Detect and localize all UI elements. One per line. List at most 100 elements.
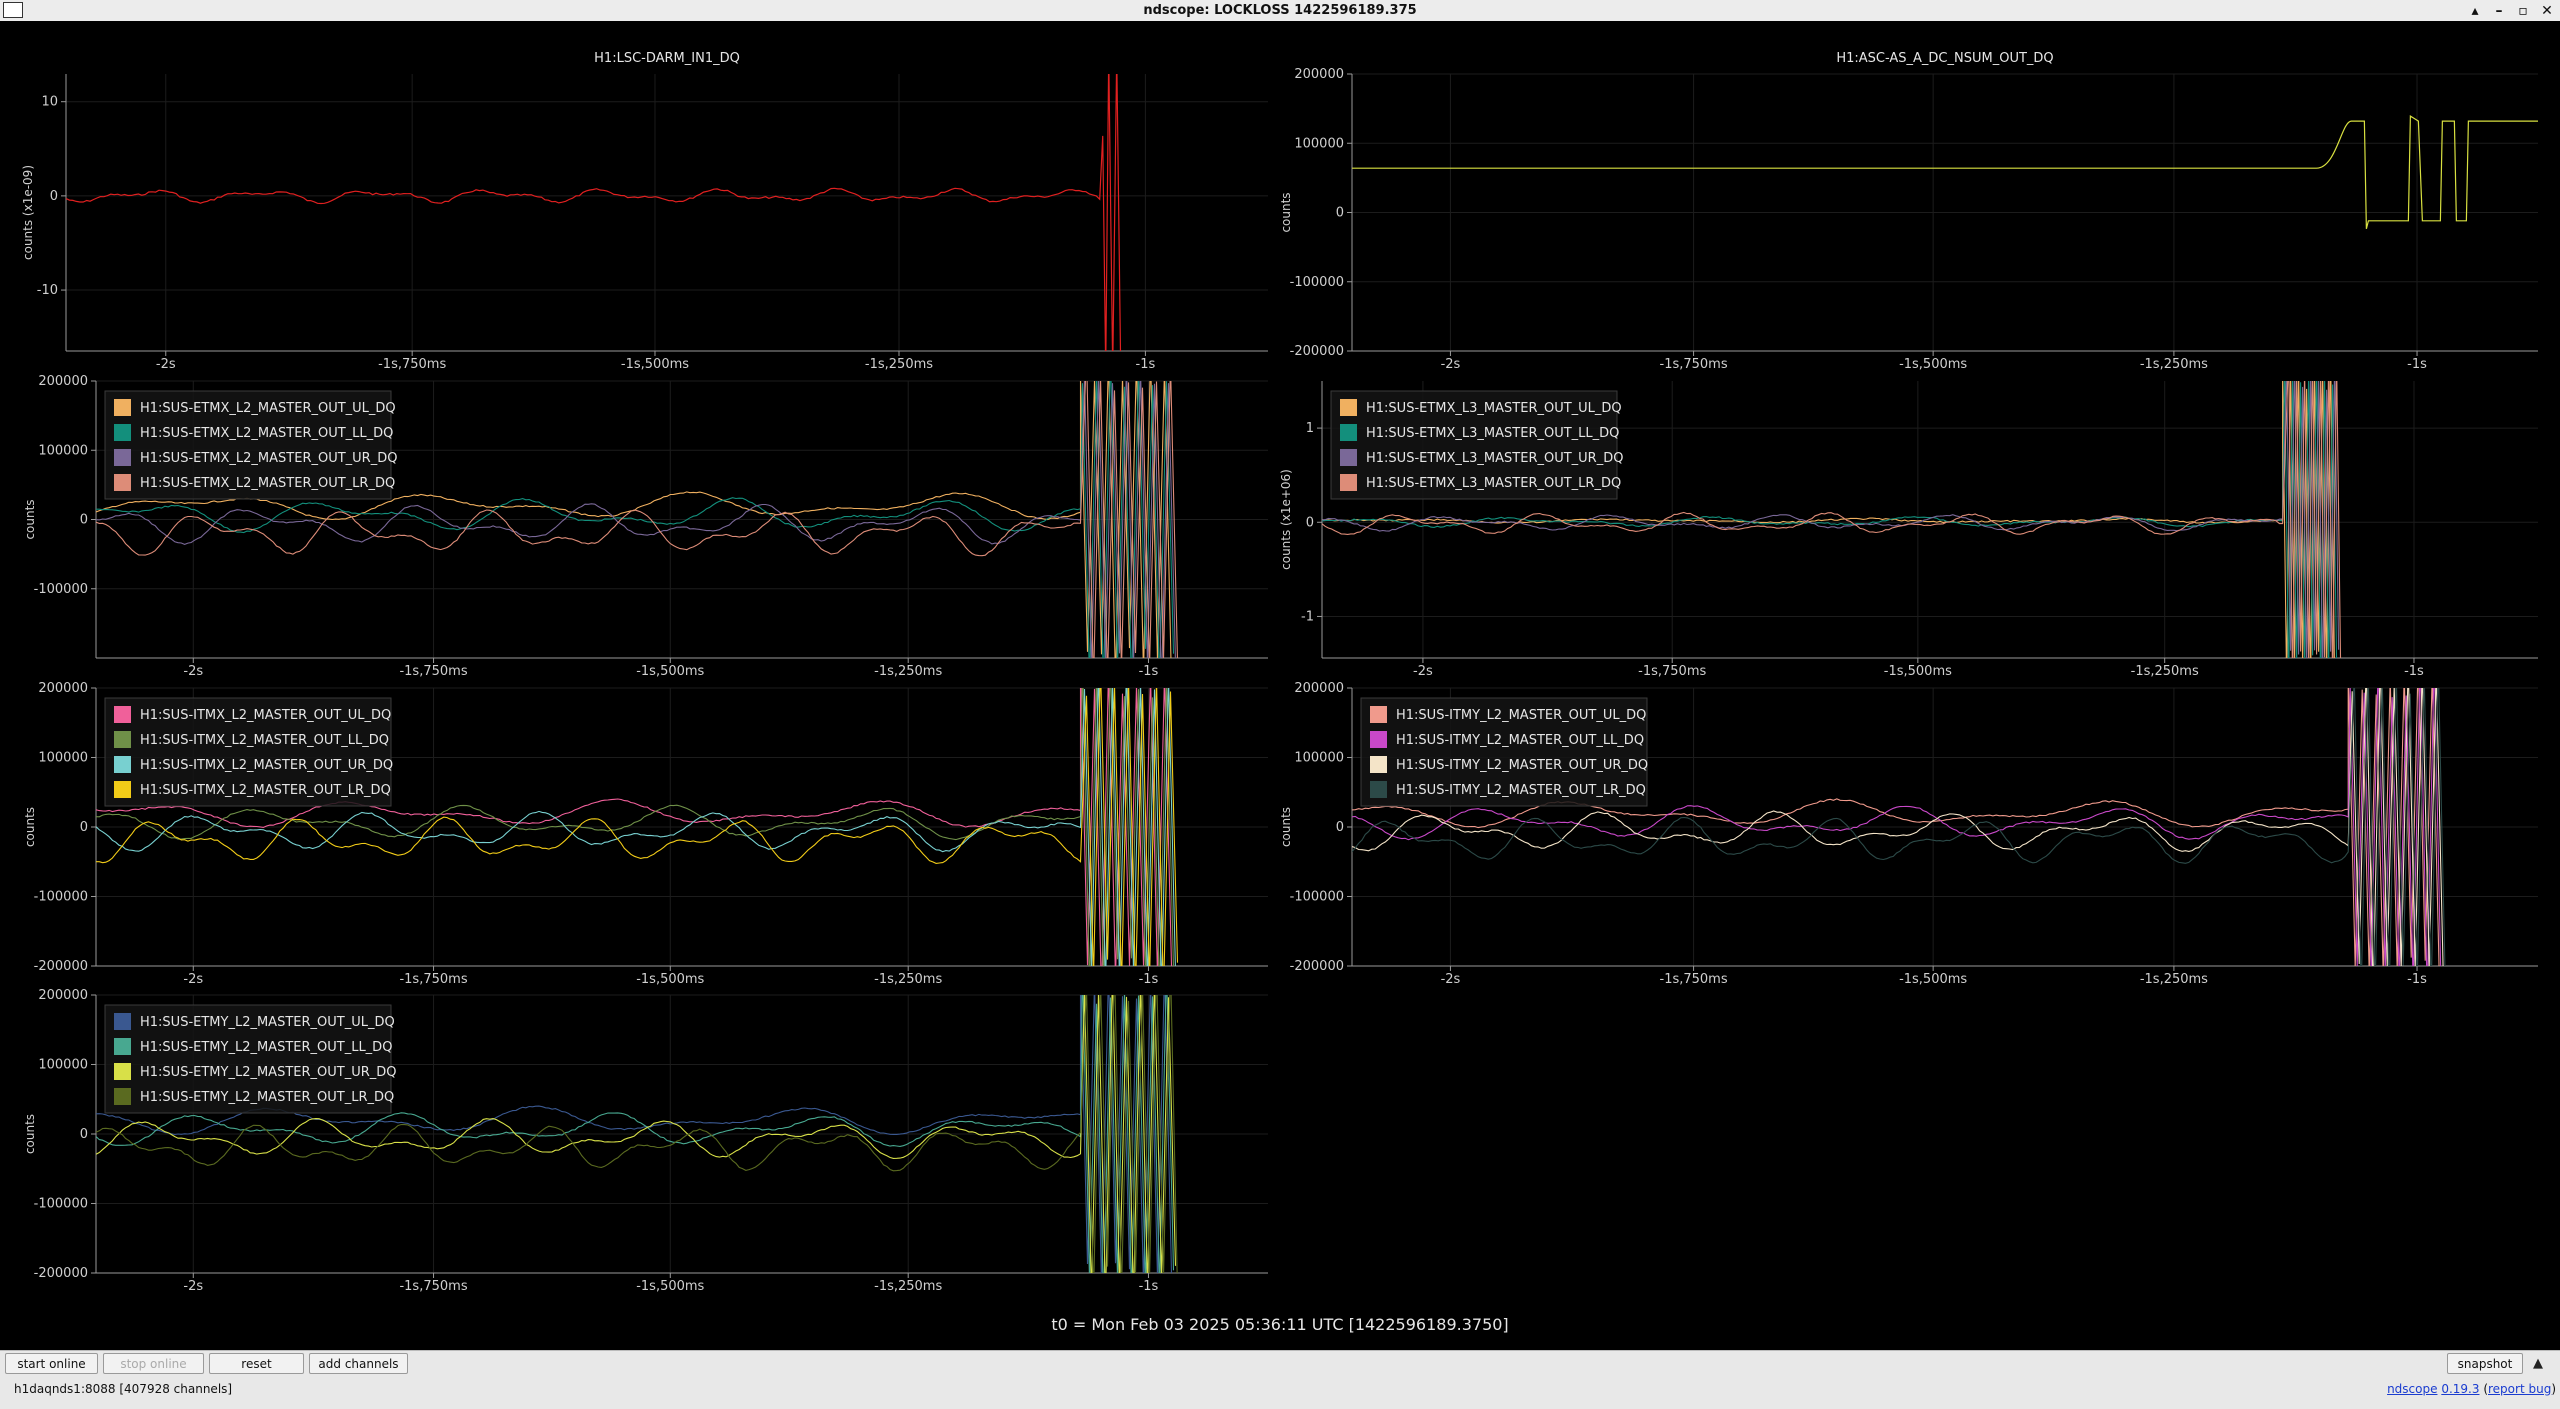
x-tick-label: -1s,750ms [1660, 357, 1728, 372]
paren-close: ) [2551, 1382, 2556, 1396]
y-tick-label: 0 [1306, 515, 1314, 530]
x-tick-label: -1s,500ms [636, 1279, 704, 1294]
legend: H1:SUS-ITMY_L2_MASTER_OUT_UL_DQ H1:SUS-IT… [1360, 697, 1648, 807]
plot-5: -2s -1s,750ms -1s,500ms -1s,250ms -1s 200000 1… [23, 681, 1268, 987]
legend-swatch [114, 706, 131, 723]
trace-nsum [1352, 115, 2538, 229]
y-axis-label: counts [23, 807, 37, 847]
x-tick-label: -1s,250ms [2131, 664, 2199, 679]
legend-swatch [114, 756, 131, 773]
legend-label: H1:SUS-ITMY_L2_MASTER_OUT_UL_DQ [1396, 708, 1646, 723]
y-tick-label: 0 [80, 513, 88, 528]
start-online-button[interactable]: start online [5, 1353, 98, 1374]
legend-label: H1:SUS-ETMX_L2_MASTER_OUT_UR_DQ [140, 451, 397, 466]
legend-swatch [1370, 781, 1387, 798]
x-tick-label: -1s,250ms [865, 357, 933, 372]
legend-label: H1:SUS-ITMX_L2_MASTER_OUT_LR_DQ [140, 783, 391, 798]
maximize-icon[interactable]: ▫ [2516, 3, 2530, 19]
x-tick-label: -1s,750ms [1638, 664, 1706, 679]
legend-swatch [114, 1038, 131, 1055]
y-axis-label: counts [23, 499, 37, 539]
ndscope-link[interactable]: ndscope [2387, 1382, 2437, 1396]
x-tick-label: -2s [1441, 972, 1461, 987]
x-tick-label: -2s [1441, 357, 1461, 372]
plot-1: H1:LSC-DARM_IN1_DQ -2s -1s,750ms -1s,500ms -… [21, 51, 1268, 372]
x-tick-label: -1s,500ms [1899, 972, 1967, 987]
y-tick-label: 100000 [38, 751, 88, 766]
legend-label: H1:SUS-ITMX_L2_MASTER_OUT_UL_DQ [140, 708, 391, 723]
y-axis-label: counts (x1e+06) [1279, 469, 1293, 570]
x-tick-label: -1s,250ms [874, 1279, 942, 1294]
channel-count: [407928 channels] [119, 1382, 233, 1396]
control-bar: start online stop online reset add chann… [0, 1350, 2560, 1375]
y-tick-label: -100000 [34, 1197, 88, 1212]
server-address: h1daqnds1:8088 [14, 1382, 116, 1396]
close-icon[interactable]: ✕ [2540, 3, 2554, 19]
y-tick-label: -100000 [34, 890, 88, 905]
add-channels-button[interactable]: add channels [309, 1353, 408, 1374]
y-tick-label: 0 [1336, 206, 1344, 221]
y-tick-label: 100000 [38, 443, 88, 458]
legend-swatch [1340, 449, 1357, 466]
traces [1352, 115, 2538, 229]
x-tick-label: -1s,250ms [2140, 972, 2208, 987]
plot-4: -2s -1s,750ms -1s,500ms -1s,250ms -1s 1 0 -1 cou… [1279, 381, 2538, 679]
legend-swatch [1340, 399, 1357, 416]
y-tick-label: -100000 [1290, 890, 1344, 905]
legend-swatch [114, 731, 131, 748]
y-tick-label: -200000 [34, 959, 88, 974]
window-titlebar: ndscope: LOCKLOSS 1422596189.375 ▴ – ▫ ✕ [0, 0, 2560, 21]
y-tick-label: 0 [50, 189, 58, 204]
stop-online-button[interactable]: stop online [103, 1353, 204, 1374]
y-tick-label: 1 [1306, 421, 1314, 436]
legend-label: H1:SUS-ITMY_L2_MASTER_OUT_UR_DQ [1396, 758, 1648, 773]
version-info: ndscope 0.19.3 (report bug) [2387, 1382, 2556, 1396]
x-tick-label: -1s,500ms [636, 972, 704, 987]
minimize-icon[interactable]: – [2492, 3, 2506, 19]
legend-label: H1:SUS-ETMX_L3_MASTER_OUT_LL_DQ [1366, 426, 1619, 441]
legend-swatch [114, 449, 131, 466]
legend-swatch [114, 474, 131, 491]
y-axis-label: counts (x1e-09) [21, 165, 35, 260]
legend-swatch [1370, 756, 1387, 773]
reset-button[interactable]: reset [209, 1353, 304, 1374]
plot-2: H1:ASC-AS_A_DC_NSUM_OUT_DQ -2s -1s,750ms -1… [1279, 51, 2538, 372]
y-tick-label: 0 [1336, 820, 1344, 835]
legend-label: H1:SUS-ETMX_L2_MASTER_OUT_LL_DQ [140, 426, 393, 441]
y-tick-label: -10 [37, 283, 58, 298]
y-tick-label: 100000 [38, 1058, 88, 1073]
legend-label: H1:SUS-ETMX_L3_MASTER_OUT_UL_DQ [1366, 401, 1622, 416]
x-tick-label: -1s [1139, 972, 1159, 987]
plot-6: -2s -1s,750ms -1s,500ms -1s,250ms -1s 200000 1… [1279, 681, 2538, 987]
legend-swatch [1370, 731, 1387, 748]
legend-swatch [114, 424, 131, 441]
y-tick-label: 200000 [1294, 67, 1344, 82]
legend-swatch [114, 399, 131, 416]
x-tick-label: -1s,750ms [378, 357, 446, 372]
y-tick-label: -200000 [34, 1266, 88, 1281]
report-bug-link[interactable]: report bug [2488, 1382, 2551, 1396]
x-tick-label: -1s,250ms [874, 664, 942, 679]
plots-canvas[interactable]: H1:LSC-DARM_IN1_DQ-2s -1s,750ms -1s,500ms -… [0, 22, 2560, 1350]
x-tick-label: -1s,750ms [399, 664, 467, 679]
x-tick-label: -1s [1136, 357, 1156, 372]
window-title: ndscope: LOCKLOSS 1422596189.375 [1143, 3, 1417, 18]
status-bar: h1daqnds1:8088 [407928 channels] ndscope… [0, 1375, 2560, 1409]
snapshot-button[interactable]: snapshot [2447, 1353, 2523, 1374]
legend-label: H1:SUS-ETMY_L2_MASTER_OUT_UR_DQ [140, 1065, 397, 1080]
legend-swatch [1340, 424, 1357, 441]
x-tick-label: -1s,750ms [399, 972, 467, 987]
collapse-arrow-icon[interactable]: ▲ [2533, 1356, 2543, 1371]
window-menu-icon[interactable]: ▴ [2468, 3, 2482, 19]
version-link[interactable]: 0.19.3 [2441, 1382, 2479, 1396]
legend-swatch [114, 1013, 131, 1030]
plot-7: -2s -1s,750ms -1s,500ms -1s,250ms -1s 200000 1… [23, 988, 1268, 1294]
x-tick-label: -2s [183, 1279, 203, 1294]
x-tick-label: -1s,250ms [874, 972, 942, 987]
y-tick-label: -1 [1301, 609, 1314, 624]
x-tick-label: -2s [183, 664, 203, 679]
x-tick-label: -1s [2407, 972, 2427, 987]
y-tick-label: 100000 [1294, 136, 1344, 151]
x-tick-label: -2s [156, 357, 176, 372]
legend-swatch [1370, 706, 1387, 723]
